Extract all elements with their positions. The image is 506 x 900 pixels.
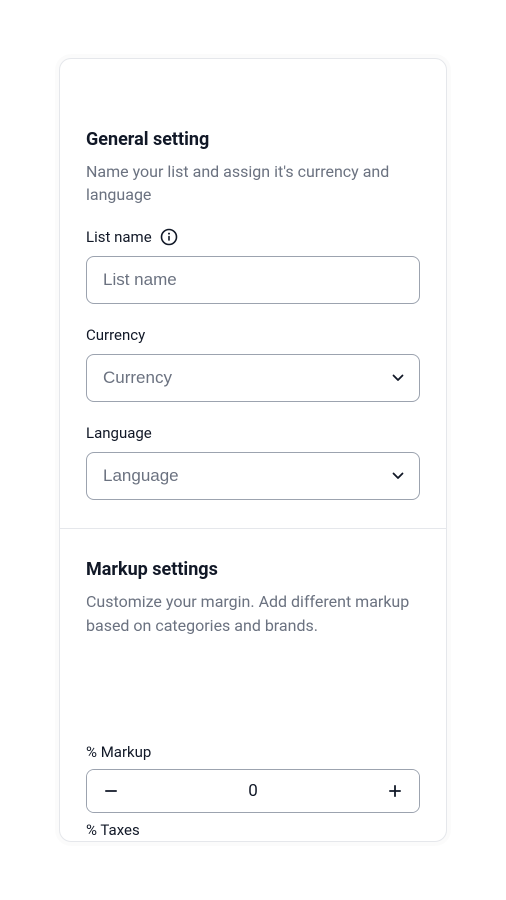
taxes-percent-label: % Taxes (86, 821, 420, 841)
language-label-row: Language (86, 424, 420, 442)
currency-select-wrap: Currency (86, 354, 420, 402)
markup-section-title: Markup settings (86, 559, 420, 580)
minus-icon (103, 783, 119, 799)
markup-section: Markup settings Customize your margin. A… (60, 529, 446, 841)
currency-label-row: Currency (86, 326, 420, 344)
markup-stepper: 0 (86, 769, 420, 813)
info-icon[interactable] (160, 228, 178, 246)
general-section-description: Name your list and assign it's currency … (86, 160, 420, 206)
settings-card: General setting Name your list and assig… (59, 58, 447, 842)
markup-increment-button[interactable] (371, 770, 419, 812)
list-name-label: List name (86, 228, 152, 246)
currency-select[interactable]: Currency (86, 354, 420, 402)
markup-value: 0 (135, 781, 371, 801)
plus-icon (387, 783, 403, 799)
currency-field: Currency Currency (86, 326, 420, 402)
markup-percent-label: % Markup (86, 743, 420, 761)
language-select[interactable]: Language (86, 452, 420, 500)
markup-section-description: Customize your margin. Add different mar… (86, 590, 420, 636)
language-select-wrap: Language (86, 452, 420, 500)
language-label: Language (86, 424, 152, 442)
list-name-label-row: List name (86, 228, 420, 246)
markup-decrement-button[interactable] (87, 770, 135, 812)
language-field: Language Language (86, 424, 420, 500)
general-section: General setting Name your list and assig… (60, 59, 446, 528)
list-name-field: List name (86, 228, 420, 304)
list-name-input[interactable] (86, 256, 420, 304)
spacer (86, 659, 420, 743)
currency-label: Currency (86, 326, 145, 344)
general-section-title: General setting (86, 129, 420, 150)
markup-percent-field: % Markup 0 (86, 743, 420, 813)
